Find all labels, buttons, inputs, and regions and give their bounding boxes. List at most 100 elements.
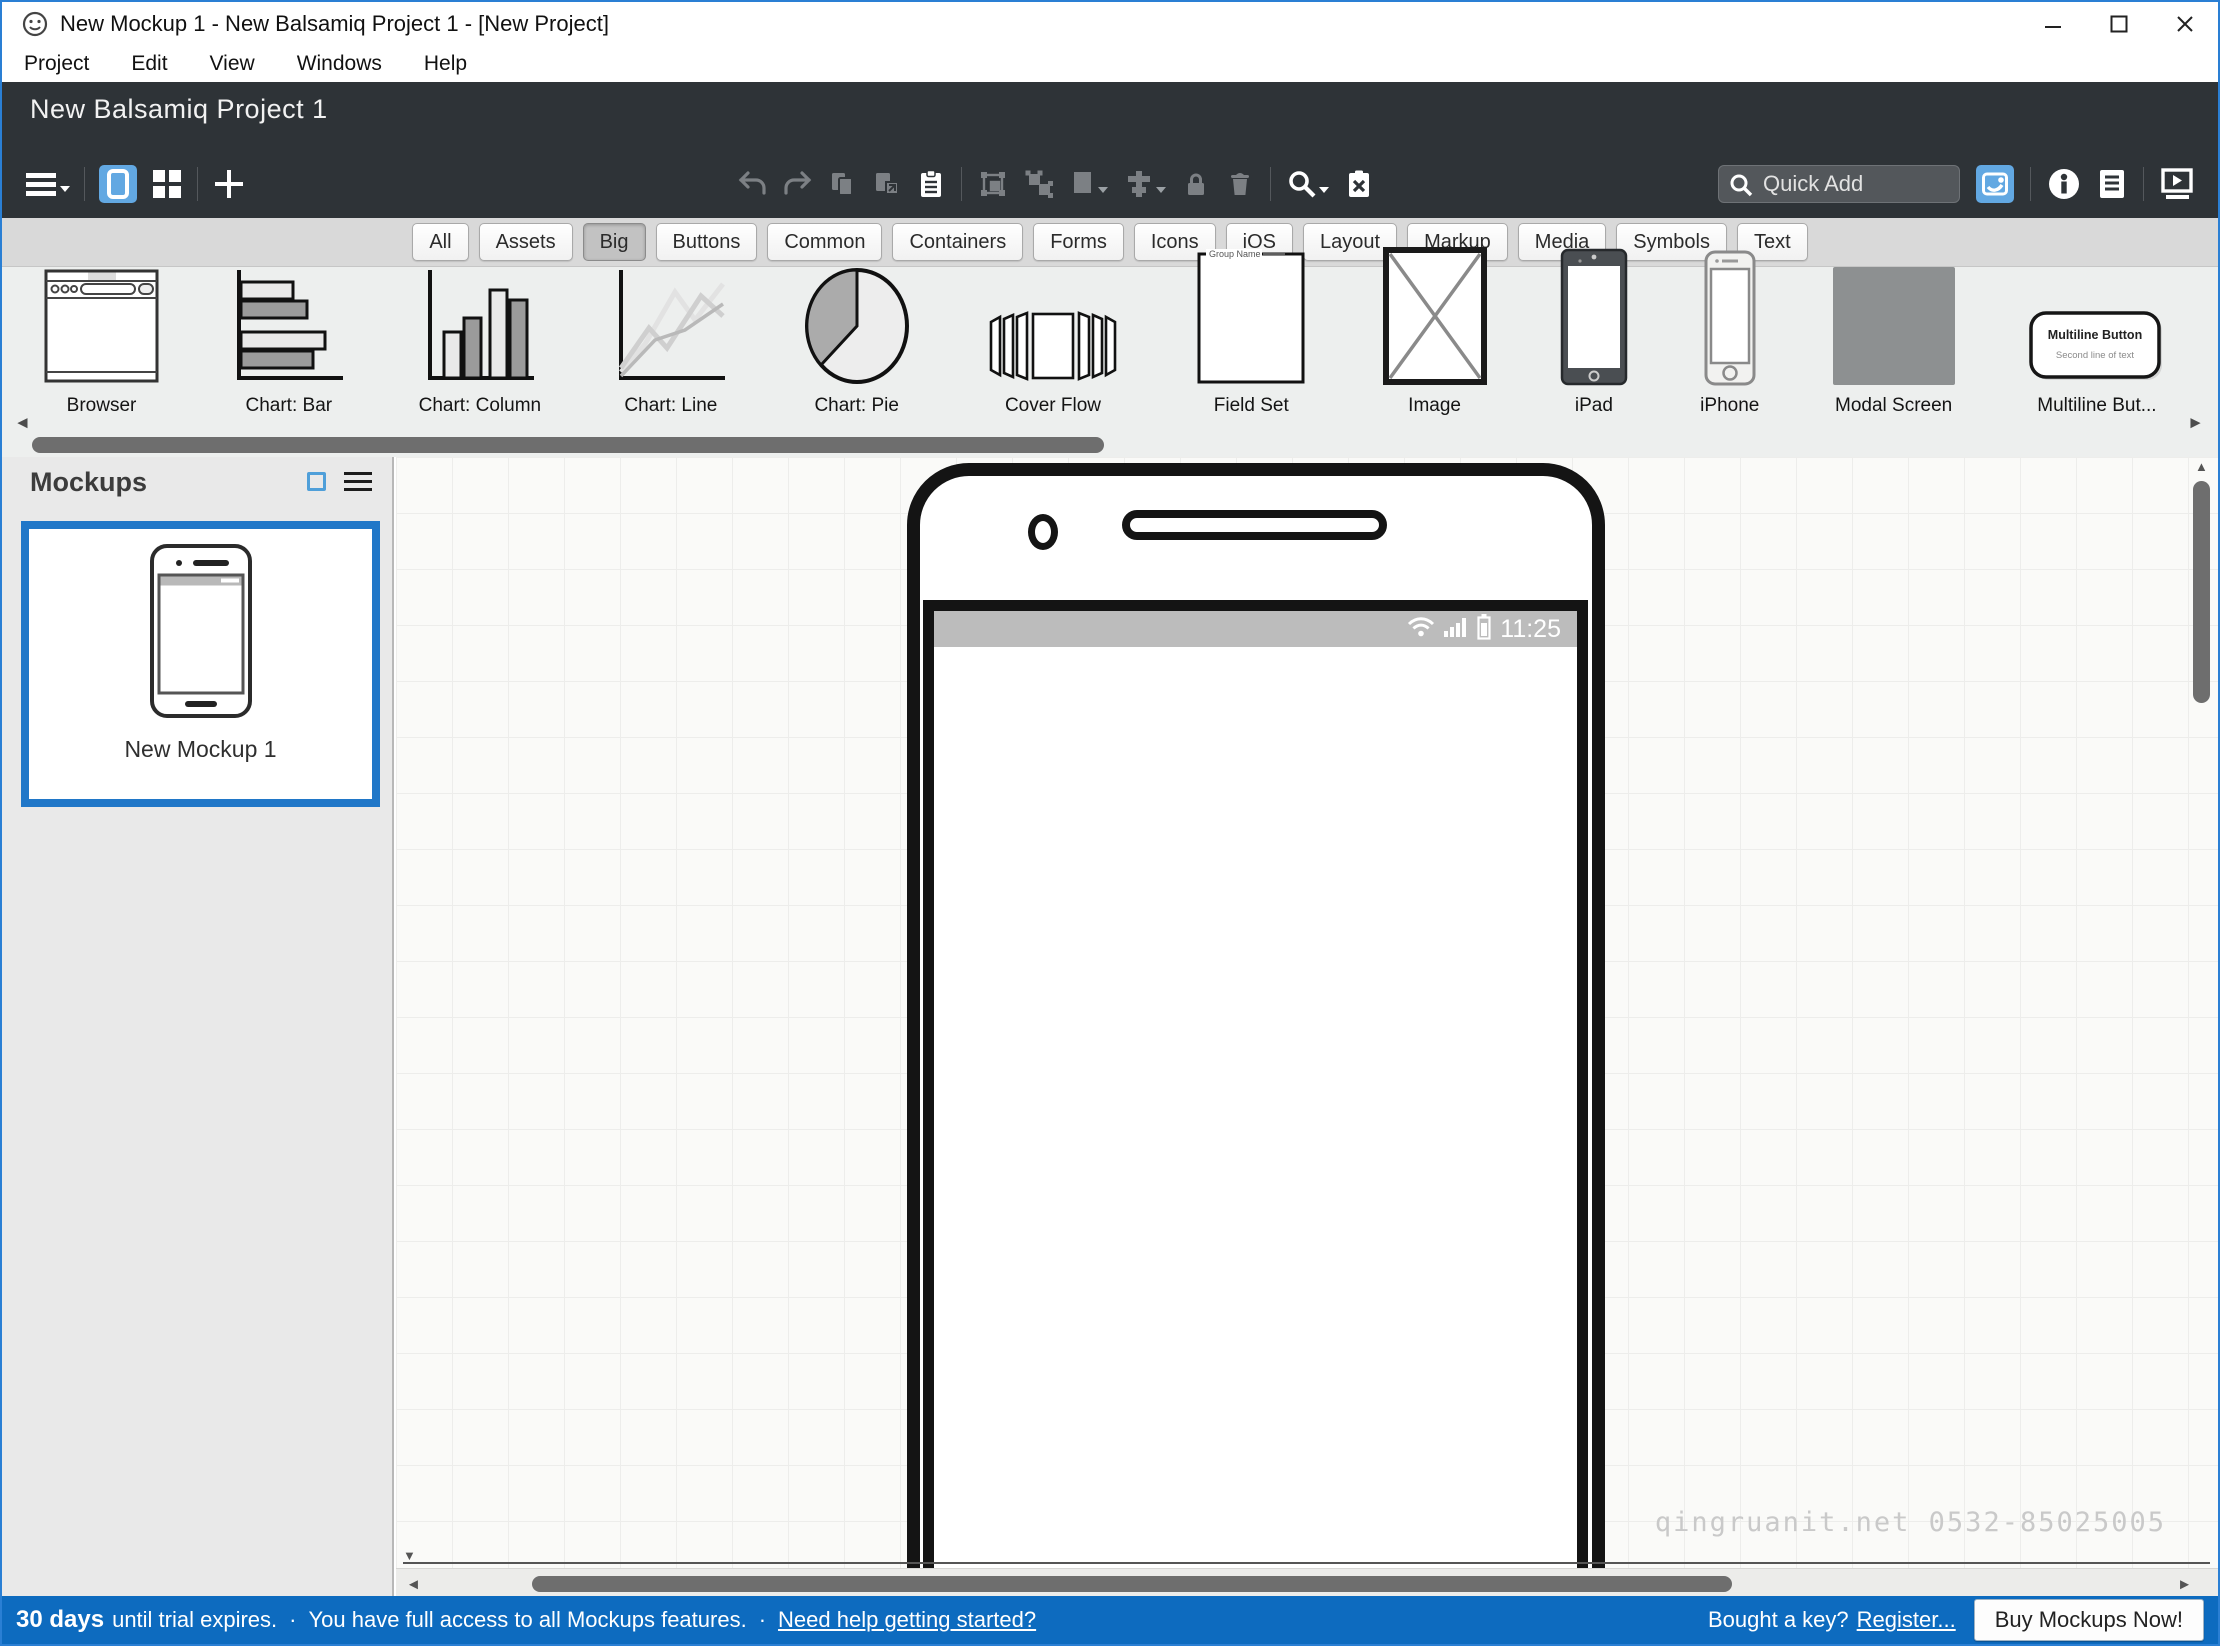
- minimize-button[interactable]: [2020, 2, 2086, 46]
- library-item-field-set[interactable]: Group Name Field Set: [1193, 249, 1309, 417]
- library-item-image[interactable]: Image: [1382, 247, 1488, 417]
- chevron-down-icon: [1098, 187, 1108, 193]
- menu-windows[interactable]: Windows: [291, 50, 388, 78]
- undo-button[interactable]: [737, 170, 767, 198]
- clear-clipboard-button[interactable]: [1345, 169, 1373, 199]
- tab-big[interactable]: Big: [582, 223, 646, 261]
- maximize-button[interactable]: [2086, 2, 2152, 46]
- library-item-chart-pie[interactable]: Chart: Pie: [801, 264, 913, 417]
- transform-button[interactable]: [978, 169, 1008, 199]
- ungroup-button[interactable]: [1024, 169, 1054, 199]
- tab-assets[interactable]: Assets: [478, 223, 573, 261]
- search-icon: [1728, 172, 1754, 203]
- bring-forward-button[interactable]: [1070, 169, 1108, 199]
- library-item-chart-line[interactable]: Chart: Line: [613, 264, 728, 417]
- battery-icon: [1477, 613, 1491, 645]
- image-sketch-icon: [1382, 247, 1488, 386]
- delete-button[interactable]: [1226, 170, 1254, 198]
- toolbar-divider: [84, 167, 85, 201]
- lock-button[interactable]: [1182, 170, 1210, 198]
- copy-icon[interactable]: [829, 170, 857, 198]
- svg-text:Group Name: Group Name: [1209, 249, 1261, 259]
- library-item-multiline-button[interactable]: Multiline Button Second line of text Mult…: [2028, 264, 2166, 417]
- mockup-thumbnail-selected[interactable]: New Mockup 1: [21, 521, 380, 807]
- grid-view-button[interactable]: [151, 168, 183, 200]
- present-button[interactable]: [2160, 167, 2194, 201]
- inspector-button[interactable]: [2047, 167, 2081, 201]
- menu-edit[interactable]: Edit: [125, 50, 173, 78]
- modal-screen-sketch-icon: [1832, 264, 1956, 386]
- register-link[interactable]: Register...: [1857, 1607, 1956, 1633]
- tab-containers[interactable]: Containers: [892, 223, 1024, 261]
- ui-library-toggle-button[interactable]: [1976, 165, 2014, 203]
- horizontal-scroll-left-arrow[interactable]: ◄: [406, 1576, 421, 1593]
- chevron-down-icon: [1156, 187, 1166, 193]
- horizontal-scroll-right-arrow[interactable]: ►: [2177, 1576, 2192, 1593]
- vertical-scroll-up-arrow[interactable]: ▲: [2195, 459, 2208, 474]
- cover-flow-sketch-icon: [985, 264, 1121, 386]
- library-item-browser[interactable]: Browser: [44, 264, 159, 417]
- menu-view[interactable]: View: [204, 50, 261, 78]
- library-item-modal-screen[interactable]: Modal Screen: [1832, 264, 1956, 417]
- bar-chart-sketch-icon: [231, 264, 346, 386]
- multiline-button-sketch-icon: Multiline Button Second line of text: [2028, 264, 2166, 386]
- duplicate-icon[interactable]: [873, 170, 901, 198]
- tab-forms[interactable]: Forms: [1033, 223, 1124, 261]
- title-bar: New Mockup 1 - New Balsamiq Project 1 - …: [2, 2, 2218, 46]
- paste-button[interactable]: [917, 169, 945, 199]
- ui-library-strip: Browser Chart: Bar Chart: Column Chart: …: [2, 247, 2218, 457]
- toolbar-divider: [1270, 167, 1271, 201]
- tab-common[interactable]: Common: [767, 223, 883, 261]
- category-tab-bar: All Assets Big Buttons Common Containers…: [2, 218, 2218, 267]
- pie-chart-sketch-icon: [801, 264, 913, 386]
- strip-scroll-right-arrow[interactable]: ►: [2187, 413, 2204, 433]
- phone-mockup[interactable]: 11:25: [907, 463, 1605, 1568]
- library-item-label: iPhone: [1700, 395, 1760, 416]
- tab-all[interactable]: All: [412, 223, 469, 261]
- redo-button[interactable]: [783, 170, 813, 198]
- chevron-down-icon: [1319, 187, 1329, 193]
- toggle-sidebar-button[interactable]: [99, 165, 137, 203]
- library-item-label: Modal Screen: [1835, 395, 1953, 416]
- menu-project[interactable]: Project: [18, 50, 95, 78]
- full-access-text: You have full access to all Mockups feat…: [308, 1607, 747, 1632]
- menu-bar: Project Edit View Windows Help: [2, 46, 2218, 82]
- panel-menu-icon[interactable]: [344, 472, 372, 496]
- buy-mockups-button[interactable]: Buy Mockups Now!: [1973, 1599, 2204, 1641]
- library-item-ipad[interactable]: iPad: [1560, 248, 1628, 417]
- mockups-panel-title: Mockups: [30, 467, 148, 497]
- quick-add-input[interactable]: [1718, 165, 1960, 203]
- close-button[interactable]: [2152, 2, 2218, 46]
- library-item-cover-flow[interactable]: Cover Flow: [985, 264, 1121, 417]
- help-getting-started-link[interactable]: Need help getting started?: [778, 1607, 1036, 1633]
- chevron-down-icon: [60, 186, 70, 192]
- watermark-text: qingruanit.net 0532-85025005: [1654, 1507, 2166, 1538]
- project-header: New Balsamiq Project 1: [2, 82, 2218, 218]
- library-item-chart-bar[interactable]: Chart: Bar: [231, 264, 346, 417]
- vertical-scroll-down-arrow[interactable]: ▼: [403, 1549, 2210, 1564]
- trial-status-bar: 30 days until trial expires. · You have …: [2, 1596, 2218, 1644]
- canvas-viewport[interactable]: 11:25 qingruanit.net 0532-85025005 ▼: [396, 457, 2218, 1568]
- vertical-scrollbar-thumb[interactable]: [2193, 481, 2210, 703]
- tab-buttons[interactable]: Buttons: [655, 223, 758, 261]
- menu-help[interactable]: Help: [418, 50, 473, 78]
- separator-dot: ·: [289, 1607, 297, 1632]
- align-button[interactable]: [1124, 169, 1166, 199]
- library-item-chart-column[interactable]: Chart: Column: [419, 264, 541, 417]
- thumbnail-size-icon[interactable]: [307, 472, 326, 491]
- horizontal-scrollbar-thumb[interactable]: [532, 1576, 1732, 1592]
- toolbar-divider: [197, 167, 198, 201]
- library-item-iphone[interactable]: iPhone: [1700, 250, 1760, 417]
- strip-scrollbar-thumb[interactable]: [32, 437, 1104, 453]
- toolbar-divider: [2030, 167, 2031, 201]
- notes-button[interactable]: [2097, 168, 2127, 200]
- project-menu-button[interactable]: [26, 170, 70, 198]
- add-mockup-button[interactable]: [212, 167, 246, 201]
- canvas: 11:25 qingruanit.net 0532-85025005 ▼ ▲ ◄…: [396, 457, 2218, 1600]
- zoom-button[interactable]: [1287, 169, 1329, 199]
- library-screen-icon: [1982, 172, 2008, 196]
- main-area: Mockups New Mockup 1 11:25 qingruanit.ne…: [2, 457, 2218, 1600]
- field-set-sketch-icon: Group Name: [1193, 249, 1309, 386]
- strip-scroll-left-arrow[interactable]: ◄: [14, 413, 31, 433]
- vertical-scrollbar[interactable]: ▲: [2188, 457, 2216, 1568]
